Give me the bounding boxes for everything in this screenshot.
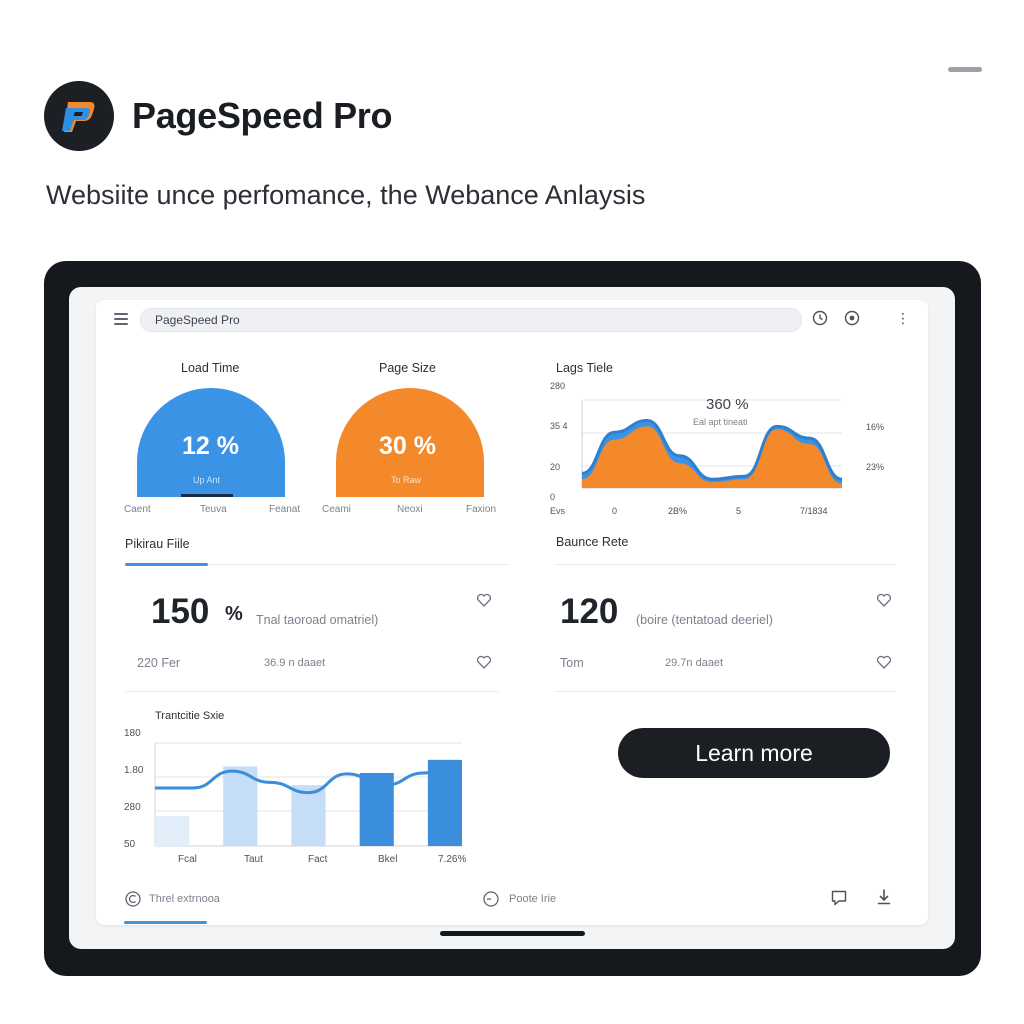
active-tab-indicator (124, 921, 207, 924)
y-tick-label: 1.80 (124, 765, 144, 776)
gauge-sub-load-time: Up Ant (193, 475, 221, 485)
area-chart-annotation-sub: Eal apt tineati (693, 417, 748, 427)
x-tick-label: 2B% (668, 506, 687, 516)
gauge-title-load-time: Load Time (181, 361, 240, 375)
bar-chart: 180 1.80 280 50 Fcal Taut Fact Bkel 7.26% (124, 728, 466, 865)
area-chart-annotation: 360 % (706, 396, 749, 413)
y-tick-label: 280 (124, 802, 141, 813)
gauge-label: Neoxi (397, 504, 423, 515)
divider (556, 564, 896, 565)
y-tick-label: 0 (550, 492, 555, 502)
x-tick-label: 7/1834 (800, 506, 828, 516)
y-tick-label: 35 4 (550, 421, 568, 431)
bar (291, 785, 326, 846)
metric-foot-left: Tom (560, 656, 584, 670)
divider (208, 564, 508, 565)
metric-unit-left: % (225, 603, 243, 625)
learn-more-button[interactable]: Learn more (618, 728, 890, 778)
x-tick-label: Bkel (378, 854, 397, 865)
bottom-left-label[interactable]: Threl extrnooa (149, 893, 220, 905)
x-tick-label: 0 (612, 506, 617, 516)
metric-desc-right: (boire (tentatoad deeriel) (636, 613, 773, 627)
bottom-center-label[interactable]: Poote Irie (509, 893, 556, 905)
gauge-value-load-time: 12 % (182, 432, 239, 460)
metric-accent-line (125, 563, 208, 566)
x-tick-label: Evs (550, 506, 566, 516)
gauge-label: Teuva (200, 504, 227, 515)
gauge-value-page-size: 30 % (379, 432, 436, 460)
clock-icon[interactable] (812, 310, 828, 326)
area-chart-title: Lags Tiele (556, 361, 613, 375)
x-tick-label: Taut (244, 854, 263, 865)
page-tagline: Websiite unce perfomance, the Webance An… (46, 180, 646, 210)
gauge-label: Faxion (466, 504, 497, 515)
metric-foot-right: 29.7n daaet (665, 657, 724, 669)
gauge-label: Caent (124, 504, 151, 515)
window-minimize-mark[interactable] (948, 67, 982, 72)
metric-value-left: 150 (151, 592, 210, 631)
metric-title-left: Pikirau Fiile (125, 537, 190, 551)
y-tick-label: 23% (866, 462, 884, 472)
heart-icon[interactable] (876, 592, 892, 608)
browser-toolbar: PageSpeed Pro ⋮ (96, 300, 928, 338)
address-bar[interactable]: PageSpeed Pro (140, 308, 802, 332)
gauge-marker (181, 494, 233, 497)
gauge-label: Feanat (269, 504, 301, 515)
dashboard-card: PageSpeed Pro ⋮ Load Time Page Size 12 %… (96, 300, 928, 925)
y-tick-label: 280 (550, 381, 565, 391)
brand-name: PageSpeed Pro (132, 95, 393, 136)
y-tick-label: 50 (124, 839, 136, 850)
download-icon[interactable] (875, 888, 893, 906)
metric-desc-left: Tnal taoroad omatriel) (256, 613, 379, 627)
address-text: PageSpeed Pro (155, 313, 240, 327)
vertical-dots-icon[interactable]: ⋮ (896, 311, 910, 325)
x-tick-label: Fact (308, 854, 328, 865)
tablet-device-frame: PageSpeed Pro ⋮ Load Time Page Size 12 %… (44, 261, 981, 976)
refresh-icon[interactable] (124, 890, 142, 908)
home-indicator (440, 931, 585, 936)
tablet-screen: PageSpeed Pro ⋮ Load Time Page Size 12 %… (69, 287, 955, 949)
gauge-label: Ceami (322, 504, 351, 515)
y-tick-label: 16% (866, 422, 884, 432)
bar-chart-title: Trantcitie Sxie (155, 710, 225, 722)
y-tick-label: 180 (124, 728, 141, 739)
hamburger-icon[interactable] (114, 313, 128, 325)
brand-header: PageSpeed Pro (44, 81, 393, 151)
gauge-title-page-size: Page Size (379, 361, 436, 375)
metric-foot-right: 36.9 n daaet (264, 657, 326, 669)
x-tick-label: Fcal (178, 854, 197, 865)
metric-title-right: Baunce Rete (556, 535, 629, 549)
gear-icon[interactable] (844, 310, 860, 326)
heart-icon[interactable] (876, 654, 892, 670)
divider (556, 691, 896, 692)
heart-icon[interactable] (476, 592, 492, 608)
speech-bubble-icon[interactable] (830, 889, 848, 907)
app-logo-icon (44, 81, 114, 151)
y-tick-label: 20 (550, 462, 560, 472)
x-tick-label: 5 (736, 506, 741, 516)
x-tick-label: 7.26% (438, 854, 466, 865)
metric-foot-left: 220 Fer (137, 656, 181, 670)
bar (155, 816, 190, 846)
heart-icon[interactable] (476, 654, 492, 670)
gauge-sub-page-size: To Raw (391, 475, 422, 485)
divider (125, 691, 499, 692)
metric-value-right: 120 (560, 592, 619, 631)
timer-icon[interactable] (482, 890, 500, 908)
